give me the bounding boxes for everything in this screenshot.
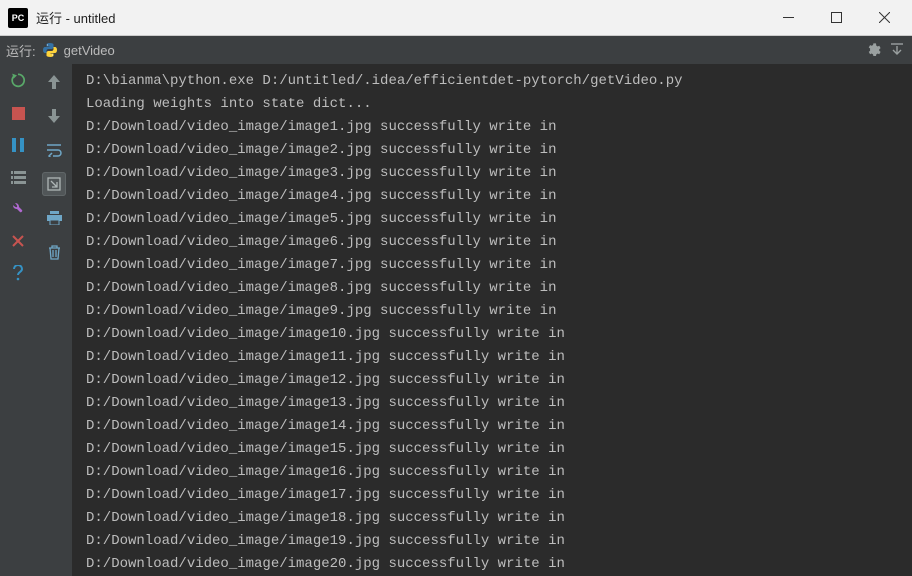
run-tool-window: D:\bianma\python.exe D:/untitled/.idea/e… bbox=[0, 64, 912, 576]
help-button[interactable] bbox=[7, 262, 29, 284]
run-actions-col2 bbox=[36, 64, 72, 576]
run-actions-col1 bbox=[0, 64, 36, 576]
scroll-up-button[interactable] bbox=[42, 70, 66, 94]
rerun-button[interactable] bbox=[7, 70, 29, 92]
panel-title: 运行: bbox=[6, 41, 36, 60]
window-title: 运行 - untitled bbox=[36, 8, 764, 27]
stop-button[interactable] bbox=[7, 102, 29, 124]
console-output[interactable]: D:\bianma\python.exe D:/untitled/.idea/e… bbox=[72, 64, 912, 576]
run-panel-header: 运行: getVideo bbox=[0, 36, 912, 64]
python-icon bbox=[42, 42, 58, 58]
exit-button[interactable] bbox=[7, 166, 29, 188]
settings-gear-icon[interactable] bbox=[864, 41, 882, 59]
toolbar-collapse-icon[interactable] bbox=[888, 41, 906, 59]
close-x-button[interactable] bbox=[7, 230, 29, 252]
titlebar: PC 运行 - untitled bbox=[0, 0, 912, 36]
scroll-to-end-button[interactable] bbox=[42, 172, 66, 196]
run-config-name[interactable]: getVideo bbox=[64, 43, 115, 58]
pause-button[interactable] bbox=[7, 134, 29, 156]
attach-debugger-button[interactable] bbox=[7, 198, 29, 220]
maximize-button[interactable] bbox=[812, 0, 860, 35]
minimize-button[interactable] bbox=[764, 0, 812, 35]
scroll-down-button[interactable] bbox=[42, 104, 66, 128]
clear-trash-button[interactable] bbox=[42, 240, 66, 264]
close-button[interactable] bbox=[860, 0, 908, 35]
pycharm-app-icon: PC bbox=[8, 8, 28, 28]
print-button[interactable] bbox=[42, 206, 66, 230]
soft-wrap-button[interactable] bbox=[42, 138, 66, 162]
